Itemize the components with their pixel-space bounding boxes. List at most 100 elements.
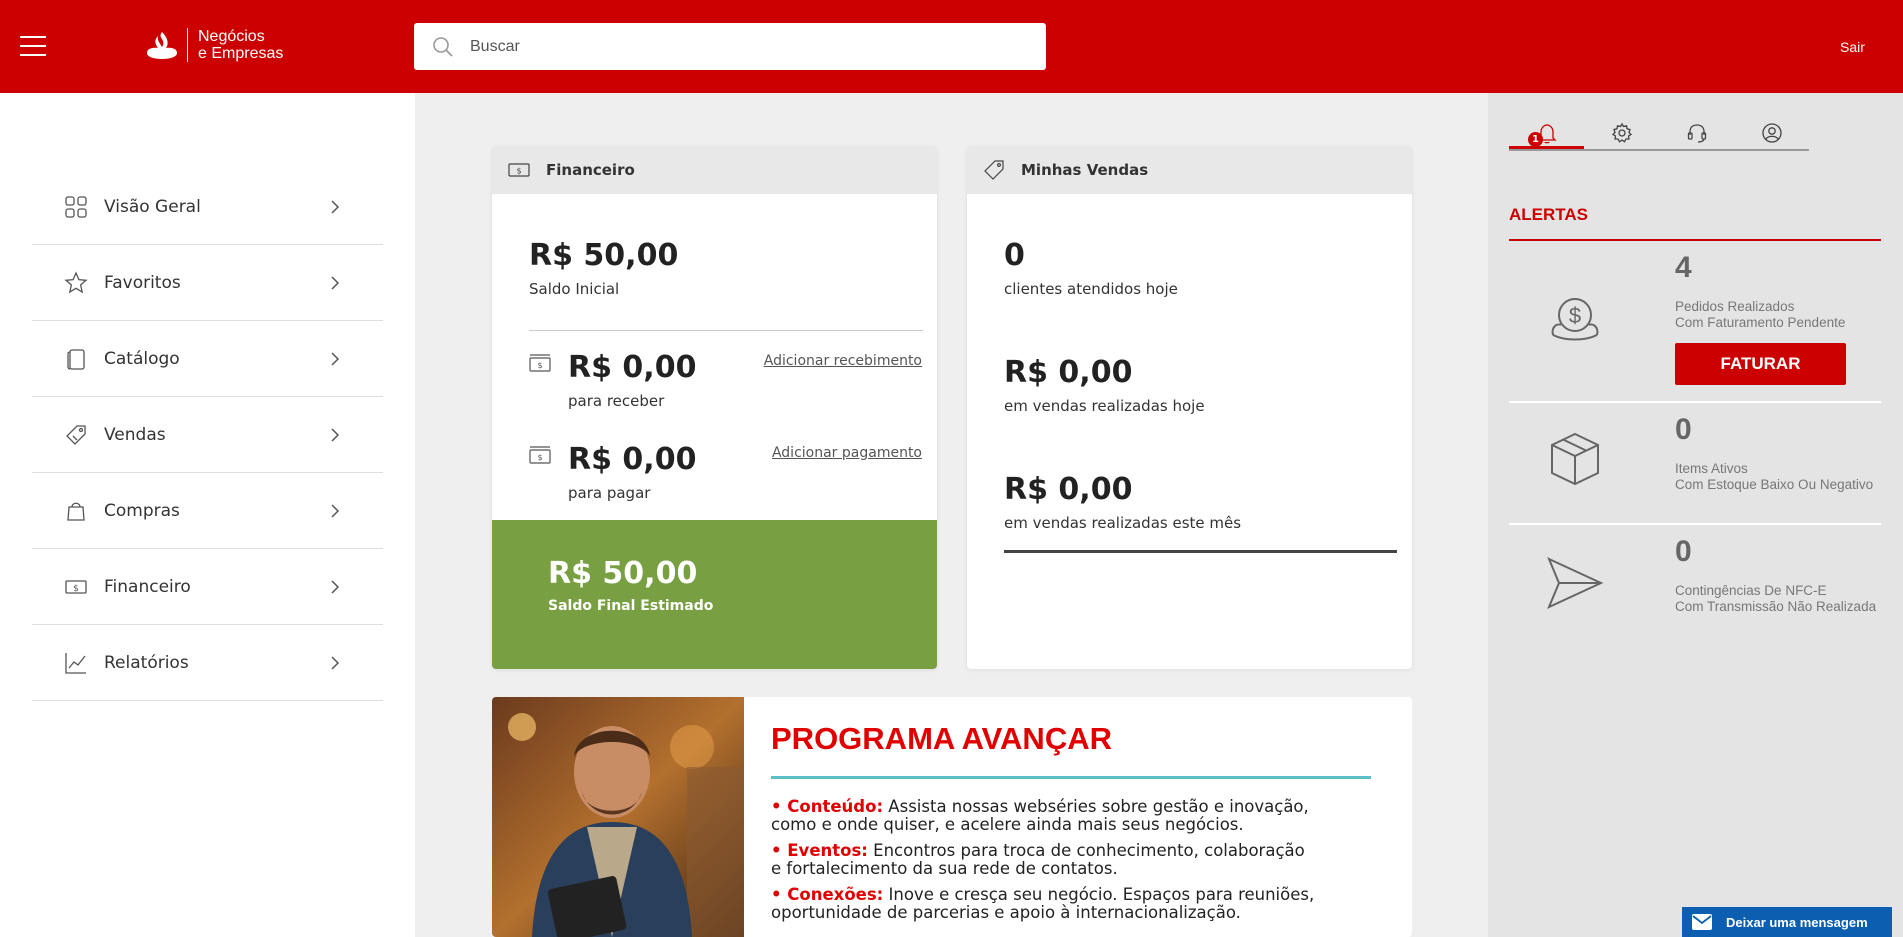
saldo-inicial-label: Saldo Inicial xyxy=(529,280,620,298)
promo-item: • Conexões: Inove e cresça seu negócio. … xyxy=(771,886,1391,922)
leave-message-label: Deixar uma mensagem xyxy=(1726,914,1868,930)
sidebar-item-financeiro[interactable]: $ Financeiro xyxy=(32,549,383,625)
flame-logo-icon xyxy=(147,32,177,59)
tab-support[interactable] xyxy=(1659,118,1734,149)
headset-icon xyxy=(1687,124,1707,143)
promo-item-text: Assista nossas webséries sobre gestão e … xyxy=(883,797,1309,816)
chevron-right-icon xyxy=(331,352,340,366)
faturar-button[interactable]: FATURAR xyxy=(1675,343,1846,385)
tab-profile[interactable] xyxy=(1734,118,1809,149)
card-title: Minhas Vendas xyxy=(1021,161,1149,179)
sidebar-item-label: Vendas xyxy=(104,424,166,445)
chevron-right-icon xyxy=(331,200,340,214)
sidebar-item-favoritos[interactable]: Favoritos xyxy=(32,245,383,321)
chevron-right-icon xyxy=(331,580,340,594)
saldo-inicial-value: R$ 50,00 xyxy=(529,238,679,273)
promo-item: • Conteúdo: Assista nossas webséries sob… xyxy=(771,798,1391,834)
send-icon xyxy=(1547,557,1604,609)
vendas-mes-label: em vendas realizadas este mês xyxy=(1004,514,1242,532)
payable-icon: $ xyxy=(529,446,551,464)
promo-divider xyxy=(771,776,1371,779)
sidebar-item-catalogo[interactable]: Catálogo xyxy=(32,321,383,397)
saldo-final-panel: R$ 50,00 Saldo Final Estimado xyxy=(492,520,937,669)
chart-icon xyxy=(65,653,86,674)
sidebar-item-label: Catálogo xyxy=(104,348,180,369)
pagar-label: para pagar xyxy=(568,484,651,502)
logo-line-2: e Empresas xyxy=(198,45,284,62)
svg-text:$: $ xyxy=(537,453,542,462)
menu-icon[interactable] xyxy=(20,36,46,56)
shopping-bag-icon xyxy=(67,502,85,521)
money-icon: $ xyxy=(508,163,530,177)
santander-logo[interactable]: Negócios e Empresas xyxy=(145,28,283,62)
tab-settings[interactable] xyxy=(1584,118,1659,149)
promo-item-text: como e onde quiser, e acelere ainda mais… xyxy=(771,815,1244,834)
promo-item-label: • Eventos: xyxy=(771,841,868,860)
financeiro-card: $ Financeiro R$ 50,00 Saldo Inicial $ R$… xyxy=(492,146,937,669)
alert-line-1: Items Ativos xyxy=(1675,461,1748,476)
promo-item-label: • Conexões: xyxy=(771,885,884,904)
right-panel: 1 ALERTAS $ 4 Pedidos Realizados Com Fat… xyxy=(1488,93,1903,937)
promo-title: PROGRAMA AVANÇAR xyxy=(771,721,1112,756)
sidebar-item-label: Financeiro xyxy=(104,576,191,597)
envelope-icon xyxy=(1692,914,1712,930)
box-icon xyxy=(1551,432,1599,486)
sidebar-nav: Visão Geral Favoritos Catálogo Vendas Co… xyxy=(32,169,383,701)
promo-item-text: Encontros para troca de conhecimento, co… xyxy=(867,841,1305,860)
card-header: Minhas Vendas xyxy=(967,146,1412,194)
vendas-hoje-value: R$ 0,00 xyxy=(1004,355,1133,390)
alert-count: 4 xyxy=(1675,251,1692,284)
catalog-icon xyxy=(67,349,85,370)
star-icon xyxy=(64,271,88,294)
svg-text:$: $ xyxy=(516,167,521,176)
alert-item: 0 Items Ativos Com Estoque Baixo Ou Nega… xyxy=(1509,405,1881,525)
sidebar-item-vendas[interactable]: Vendas xyxy=(32,397,383,473)
promo-item-text: oportunidade de parcerias e apoio à inte… xyxy=(771,903,1241,922)
minhas-vendas-card: Minhas Vendas 0 clientes atendidos hoje … xyxy=(967,146,1412,669)
svg-text:$: $ xyxy=(537,361,542,370)
svg-text:$: $ xyxy=(1569,303,1581,328)
sidebar-item-label: Relatórios xyxy=(104,652,189,673)
notification-badge: 1 xyxy=(1528,132,1543,147)
receber-value: R$ 0,00 xyxy=(568,350,697,385)
alert-description: Pedidos Realizados Com Faturamento Pende… xyxy=(1675,299,1845,331)
logout-link[interactable]: Sair xyxy=(1840,39,1865,55)
chevron-right-icon xyxy=(331,656,340,670)
search-input[interactable] xyxy=(470,37,1010,56)
alert-line-1: Contingências De NFC-E xyxy=(1675,583,1827,598)
add-receivable-link[interactable]: Adicionar recebimento xyxy=(764,353,922,369)
search-box[interactable] xyxy=(414,23,1046,70)
sidebar-item-label: Compras xyxy=(104,500,180,521)
saldo-final-label: Saldo Final Estimado xyxy=(548,598,714,614)
chevron-right-icon xyxy=(331,428,340,442)
vendas-hoje-label: em vendas realizadas hoje xyxy=(1004,397,1205,415)
money-icon: $ xyxy=(65,580,87,594)
leave-message-button[interactable]: Deixar uma mensagem xyxy=(1682,907,1892,937)
gear-icon xyxy=(1611,122,1633,143)
alert-description: Items Ativos Com Estoque Baixo Ou Negati… xyxy=(1675,461,1873,493)
clientes-value: 0 xyxy=(1004,238,1025,273)
sidebar-item-label: Favoritos xyxy=(104,272,181,293)
alert-line-1: Pedidos Realizados xyxy=(1675,299,1795,314)
search-icon[interactable] xyxy=(432,36,454,58)
sidebar-item-label: Visão Geral xyxy=(104,196,201,217)
alerts-title: ALERTAS xyxy=(1509,205,1589,224)
receivable-icon: $ xyxy=(529,354,551,372)
entrepreneur-photo xyxy=(492,697,744,937)
tab-notifications[interactable]: 1 xyxy=(1509,118,1584,149)
promo-list: • Conteúdo: Assista nossas webséries sob… xyxy=(771,798,1391,930)
alert-line-2: Com Estoque Baixo Ou Negativo xyxy=(1675,477,1874,492)
sidebar-item-compras[interactable]: Compras xyxy=(32,473,383,549)
card-title: Financeiro xyxy=(546,161,635,179)
sidebar-item-relatorios[interactable]: Relatórios xyxy=(32,625,383,701)
add-payment-link[interactable]: Adicionar pagamento xyxy=(772,445,922,461)
alert-item: $ 4 Pedidos Realizados Com Faturamento P… xyxy=(1509,251,1881,403)
promo-item-text: Inove e cresça seu negócio. Espaços para… xyxy=(883,885,1315,904)
logo-line-1: Negócios xyxy=(198,28,265,45)
programa-avancar-banner[interactable]: PROGRAMA AVANÇAR • Conteúdo: Assista nos… xyxy=(492,697,1412,937)
logo-text: Negócios e Empresas xyxy=(198,28,283,62)
grid-icon xyxy=(65,196,87,218)
alerts-divider xyxy=(1509,239,1881,241)
sidebar-item-visao-geral[interactable]: Visão Geral xyxy=(32,169,383,245)
tag-icon xyxy=(984,160,1004,180)
